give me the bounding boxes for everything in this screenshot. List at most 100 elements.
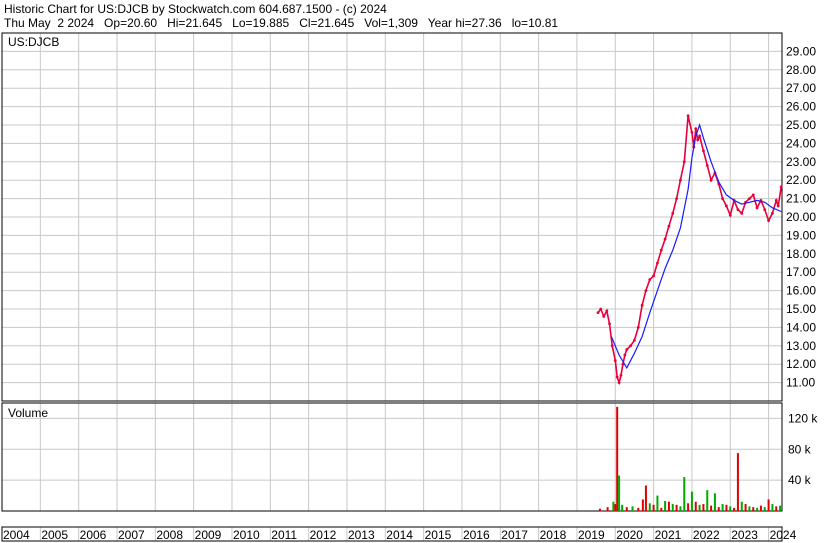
volume-bar bbox=[736, 453, 739, 511]
y-tick-label: 14.00 bbox=[786, 320, 816, 334]
x-tick-label: 2010 bbox=[233, 528, 260, 542]
y-tick-label: 28.00 bbox=[786, 63, 816, 77]
price-point bbox=[740, 211, 744, 215]
y-tick-label: 22.00 bbox=[786, 173, 816, 187]
volume-bar bbox=[664, 500, 667, 511]
x-tick-label: 2022 bbox=[693, 528, 720, 542]
volume-tick-label: 120 k bbox=[788, 411, 818, 425]
price-point bbox=[690, 130, 694, 134]
volume-bar bbox=[775, 506, 778, 511]
volume-bar bbox=[616, 406, 619, 511]
volume-bar bbox=[625, 507, 628, 511]
volume-bar bbox=[612, 501, 615, 511]
volume-bar bbox=[667, 501, 670, 511]
volume-bar bbox=[679, 506, 682, 511]
volume-bar bbox=[698, 504, 701, 511]
volume-bar bbox=[631, 506, 634, 511]
volume-bar bbox=[763, 507, 766, 511]
volume-bar bbox=[779, 505, 782, 511]
volume-bar bbox=[744, 504, 747, 511]
price-point bbox=[679, 178, 682, 182]
volume-bar bbox=[767, 499, 770, 511]
price-point bbox=[755, 206, 759, 210]
price-point bbox=[675, 197, 678, 201]
volume-panel-frame bbox=[1, 402, 783, 512]
volume-bar bbox=[660, 507, 663, 511]
price-point bbox=[610, 344, 614, 348]
y-tick-label: 21.00 bbox=[786, 192, 816, 206]
volume-bar bbox=[725, 504, 728, 511]
volume-tick-label: 80 k bbox=[788, 442, 812, 456]
volume-bar bbox=[729, 506, 732, 511]
y-tick-label: 19.00 bbox=[786, 228, 816, 242]
price-point bbox=[694, 127, 698, 131]
price-panel-label: US:DJCB bbox=[8, 35, 59, 49]
volume-tick-label: 40 k bbox=[788, 473, 812, 487]
price-point bbox=[652, 274, 655, 278]
y-tick-label: 11.00 bbox=[786, 376, 815, 390]
x-tick-label: 2008 bbox=[156, 528, 183, 542]
y-tick-label: 16.00 bbox=[786, 284, 816, 298]
y-tick-label: 13.00 bbox=[786, 339, 816, 353]
price-point bbox=[763, 208, 767, 212]
price-series bbox=[596, 114, 783, 386]
volume-bar bbox=[671, 504, 674, 511]
y-tick-label: 15.00 bbox=[786, 302, 816, 316]
volume-bar bbox=[740, 501, 743, 511]
y-tick-label: 20.00 bbox=[786, 210, 816, 224]
volume-bar bbox=[694, 501, 697, 511]
y-tick-label: 18.00 bbox=[786, 247, 816, 261]
volume-bar bbox=[690, 491, 693, 511]
x-tick-label: 2023 bbox=[731, 528, 758, 542]
volume-panel-label: Volume bbox=[8, 406, 48, 420]
price-point bbox=[619, 373, 623, 377]
price-point bbox=[779, 185, 783, 189]
volume-bar bbox=[637, 507, 640, 511]
price-point bbox=[663, 237, 667, 241]
price-point bbox=[602, 314, 606, 318]
price-point bbox=[767, 219, 770, 223]
x-tick-label: 2017 bbox=[501, 528, 528, 542]
x-tick-label: 2005 bbox=[41, 528, 68, 542]
volume-bar bbox=[621, 504, 624, 511]
y-tick-label: 26.00 bbox=[786, 100, 816, 114]
x-tick-label: 2004 bbox=[3, 528, 30, 542]
x-tick-label: 2006 bbox=[80, 528, 107, 542]
price-point bbox=[748, 197, 751, 201]
volume-bar bbox=[652, 504, 655, 511]
volume-bar bbox=[713, 493, 716, 511]
volume-bar bbox=[721, 504, 724, 511]
x-tick-label: 2016 bbox=[463, 528, 490, 542]
volume-bar bbox=[710, 505, 713, 511]
x-tick-label: 2009 bbox=[195, 528, 222, 542]
price-point bbox=[671, 211, 675, 215]
volume-bar bbox=[648, 503, 651, 511]
y-tick-label: 23.00 bbox=[786, 155, 816, 169]
price-point bbox=[625, 348, 629, 351]
y-tick-label: 27.00 bbox=[786, 81, 816, 95]
price-point bbox=[633, 338, 636, 342]
volume-bar bbox=[675, 504, 678, 511]
price-point bbox=[774, 199, 778, 202]
price-point bbox=[705, 164, 709, 167]
y-tick-label: 12.00 bbox=[786, 357, 816, 371]
price-point bbox=[776, 204, 780, 208]
x-tick-label: 2019 bbox=[578, 528, 605, 542]
price-point bbox=[702, 149, 705, 153]
x-tick-label: 2011 bbox=[271, 528, 297, 542]
volume-bar bbox=[606, 507, 609, 511]
price-point bbox=[696, 138, 700, 142]
price-point bbox=[667, 224, 671, 228]
price-point bbox=[656, 261, 659, 265]
volume-bar bbox=[771, 504, 774, 511]
price-point bbox=[644, 289, 648, 292]
volume-bar bbox=[706, 490, 709, 511]
price-point bbox=[686, 114, 690, 118]
volume-bar bbox=[618, 475, 621, 511]
volume-bar bbox=[614, 504, 617, 511]
price-point bbox=[648, 278, 652, 281]
price-point bbox=[771, 211, 774, 215]
x-tick-label: 2012 bbox=[310, 528, 337, 542]
x-tick-label: 2013 bbox=[348, 528, 375, 542]
price-point bbox=[640, 303, 644, 307]
